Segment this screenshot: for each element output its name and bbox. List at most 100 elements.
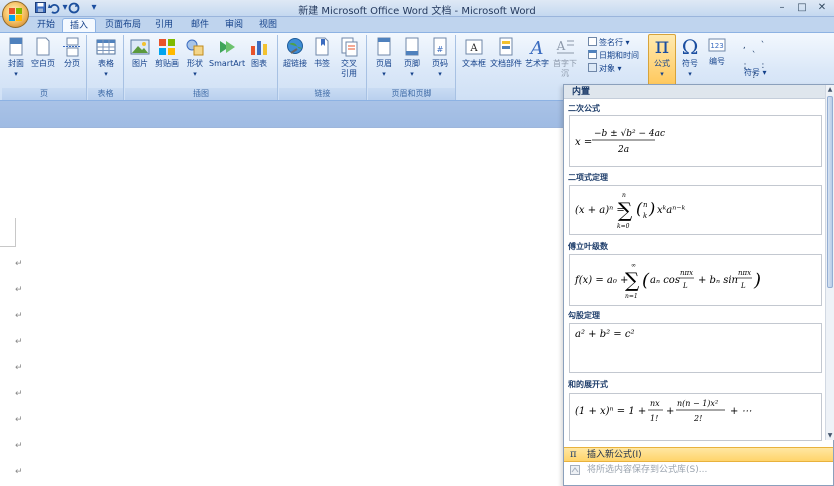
quick-parts-button[interactable]: 文档部件 <box>489 37 523 69</box>
tab-review[interactable]: 审阅 <box>220 18 248 33</box>
footer-icon <box>405 37 419 56</box>
pi-icon: π <box>570 449 577 460</box>
gallery-item-label: 和的展开式 <box>568 380 608 389</box>
group-links-label: 链接 <box>279 88 366 100</box>
svg-text:a² + b² = c²: a² + b² = c² <box>575 329 634 340</box>
header-button[interactable]: 页眉 ▾ <box>371 37 397 79</box>
page-number-label: 页码 <box>432 59 448 68</box>
hyperlink-label: 超链接 <box>283 59 307 68</box>
insert-new-equation-button[interactable]: π 插入新公式(I) <box>564 447 833 462</box>
symbol-label: 符号 <box>682 59 698 68</box>
svg-text:2!: 2! <box>693 414 702 423</box>
save-to-gallery-icon <box>570 465 580 475</box>
table-label: 表格 <box>98 59 114 68</box>
scrollbar-thumb[interactable] <box>827 96 833 288</box>
textbox-icon: A <box>465 39 483 55</box>
binomial-theorem-render: (x + a)ⁿ = n ∑ k=0 ( n k ) xᵏaⁿ⁻ᵏ <box>575 192 686 230</box>
svg-text:A: A <box>469 43 478 54</box>
signature-line-button[interactable]: 签名行 ▾ <box>588 37 630 48</box>
numbering-button[interactable]: 123 编号 <box>704 35 730 67</box>
office-button[interactable] <box>2 1 29 28</box>
shapes-button[interactable]: 形状 ▾ <box>183 37 207 79</box>
cross-reference-label: 交叉 <box>341 59 357 68</box>
gallery-scrollbar[interactable]: ▲ ▼ <box>825 85 834 440</box>
smartart-icon <box>220 41 235 53</box>
date-time-icon <box>588 50 597 59</box>
tab-references[interactable]: 引用 <box>150 18 178 33</box>
close-button[interactable]: ✕ <box>813 1 831 15</box>
svg-text:A: A <box>556 39 566 53</box>
tab-insert[interactable]: 插入 <box>62 18 96 33</box>
minimize-button[interactable]: – <box>773 1 791 15</box>
tab-home[interactable]: 开始 <box>32 18 60 33</box>
hyperlink-button[interactable]: 超链接 <box>281 37 309 69</box>
clipart-button[interactable]: 剪贴画 <box>153 37 181 69</box>
quadratic-formula-render: x = −b ± √b² − 4ac 2a <box>575 128 665 155</box>
text-cursor-region <box>0 218 16 247</box>
omega-icon: Ω <box>681 35 699 59</box>
equation-fourier[interactable]: f(x) = a₀ + ∞ ∑ n=1 ( aₙ cos nπx L + bₙ … <box>569 254 822 306</box>
cross-reference-button[interactable]: 交叉 引用 <box>336 37 362 79</box>
scroll-down-arrow-icon[interactable]: ▼ <box>826 431 834 440</box>
svg-text:−b ± √b² − 4ac: −b ± √b² − 4ac <box>594 128 665 139</box>
save-selection-to-gallery-button[interactable]: 将所选内容保存到公式库(S)... <box>564 462 833 478</box>
maximize-button[interactable]: □ <box>793 1 811 15</box>
tab-page-layout[interactable]: 页面布局 <box>100 18 146 33</box>
svg-text:(: ( <box>636 199 643 218</box>
symbol-button[interactable]: Ω 符号 ▾ <box>677 35 703 79</box>
svg-text:): ) <box>648 199 655 218</box>
ribbon-tabs: 开始 插入 页面布局 引用 邮件 审阅 视图 <box>0 17 834 33</box>
wordart-icon: A <box>529 38 544 57</box>
blank-page-icon <box>36 37 50 56</box>
svg-text:#: # <box>437 45 444 54</box>
tab-view[interactable]: 视图 <box>254 18 282 33</box>
textbox-button[interactable]: A 文本框 <box>459 37 489 69</box>
svg-text:L: L <box>740 282 746 290</box>
page-number-button[interactable]: # 页码 ▾ <box>427 37 453 79</box>
insert-new-equation-label: 插入新公式(I) <box>587 450 642 460</box>
paragraph-mark: ↵ <box>15 337 23 347</box>
svg-text:nπx: nπx <box>680 269 693 277</box>
svg-text:(: ( <box>642 270 650 291</box>
blank-page-button[interactable]: 空白页 <box>30 37 56 69</box>
chart-button[interactable]: 图表 <box>247 37 271 69</box>
signature-line-label: 签名行 ▾ <box>599 38 630 47</box>
svg-text:1!: 1! <box>650 414 658 423</box>
svg-text:n=1: n=1 <box>625 293 638 300</box>
equation-quadratic[interactable]: x = −b ± √b² − 4ac 2a <box>569 115 822 167</box>
cover-page-button[interactable]: 封面 ▾ <box>4 37 28 79</box>
equation-pythagorean[interactable]: a² + b² = c² <box>569 323 822 373</box>
drop-cap-button[interactable]: A 首字下沉 <box>551 37 579 79</box>
date-time-button[interactable]: 日期和时间 <box>588 50 639 61</box>
header-icon <box>377 37 391 56</box>
object-button[interactable]: 对象 ▾ <box>588 63 622 74</box>
svg-text:k: k <box>643 212 647 220</box>
equation-sum-expansion[interactable]: (1 + x)ⁿ = 1 + nx 1! + n(n − 1)x² 2! + ⋯ <box>569 393 822 441</box>
title-bar: ▾ ▾ 新建 Microsoft Office Word 文档 - Micros… <box>0 0 834 17</box>
group-header-footer-label: 页眉和页脚 <box>368 88 455 100</box>
wordart-button[interactable]: A 艺术字 <box>524 37 550 69</box>
footer-button[interactable]: 页脚 ▾ <box>399 37 425 79</box>
group-header-footer: 页眉 ▾ 页脚 ▾ # 页码 ▾ 页眉和页脚 <box>368 35 456 100</box>
pythagorean-theorem-render: a² + b² = c² <box>575 329 634 340</box>
table-button[interactable]: 表格 ▾ <box>93 37 119 79</box>
picture-button[interactable]: 图片 <box>129 37 151 69</box>
smartart-button[interactable]: SmartArt <box>209 37 245 69</box>
equation-button[interactable]: π 公式 ▾ <box>648 34 676 86</box>
page-break-button[interactable]: 分页 <box>59 37 85 69</box>
svg-text:A: A <box>529 38 544 57</box>
group-pages-label: 页 <box>2 88 86 100</box>
svg-text:f(x) = a₀ +: f(x) = a₀ + <box>574 275 628 286</box>
equation-binomial[interactable]: (x + a)ⁿ = n ∑ k=0 ( n k ) xᵏaⁿ⁻ᵏ <box>569 185 822 235</box>
svg-text:L: L <box>682 282 688 290</box>
paragraph-mark: ↵ <box>15 389 23 399</box>
paragraph-mark: ↵ <box>15 467 23 477</box>
symbols-dropdown-button[interactable]: 符号 ▾ <box>744 67 767 78</box>
svg-text:123: 123 <box>710 42 723 50</box>
gallery-item-label: 勾股定理 <box>568 311 600 320</box>
shapes-label: 形状 <box>187 59 203 68</box>
bookmark-button[interactable]: 书签 <box>311 37 333 69</box>
tab-mailings[interactable]: 邮件 <box>186 18 214 33</box>
scroll-up-arrow-icon[interactable]: ▲ <box>826 85 834 94</box>
quick-parts-label: 文档部件 <box>490 59 522 68</box>
